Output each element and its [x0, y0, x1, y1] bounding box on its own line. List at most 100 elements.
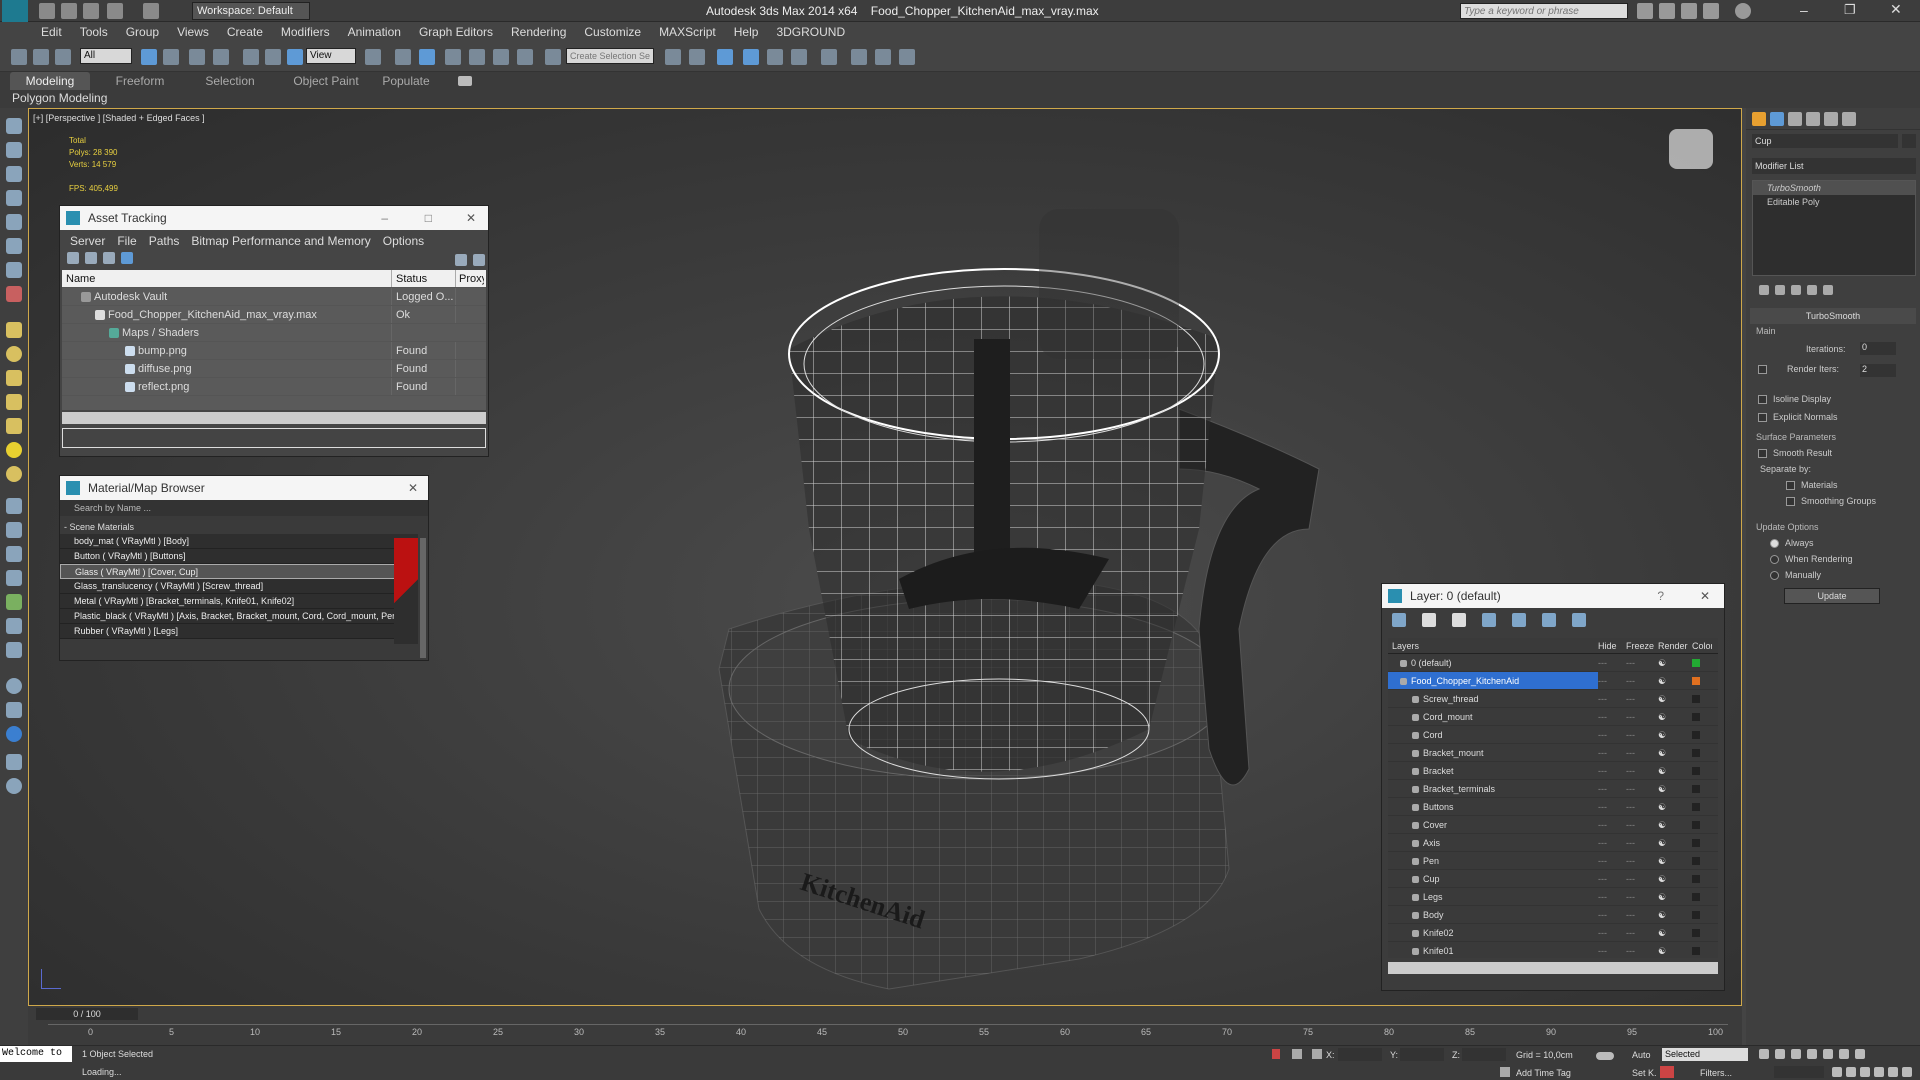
scripting-icon[interactable]: [6, 754, 22, 770]
layer-color-swatch[interactable]: [1692, 695, 1700, 703]
layer-freeze-toggle[interactable]: ---: [1626, 654, 1658, 671]
layer-hide-toggle[interactable]: ---: [1598, 654, 1626, 671]
layer-freeze-toggle[interactable]: ---: [1626, 852, 1658, 869]
layer-render-teapot-icon[interactable]: ☯: [1658, 780, 1692, 797]
zoom-icon[interactable]: [1839, 1049, 1849, 1060]
asset-table-icon[interactable]: [121, 252, 133, 265]
menu-create[interactable]: Create: [218, 22, 272, 42]
light-tool-icon[interactable]: [6, 214, 22, 230]
time-tag-icon[interactable]: [1500, 1067, 1510, 1077]
remove-modifier-icon[interactable]: [1807, 285, 1817, 296]
create-tab-icon[interactable]: [1752, 112, 1766, 126]
tab-selection[interactable]: Selection: [190, 72, 270, 90]
render-iters-checkbox[interactable]: [1758, 365, 1767, 375]
next-frame-icon[interactable]: [1807, 1049, 1817, 1060]
layer-freeze-toggle[interactable]: ---: [1626, 726, 1658, 743]
subscription-icon[interactable]: [1659, 3, 1675, 19]
y-field[interactable]: [1400, 1048, 1444, 1061]
layer-render-teapot-icon[interactable]: ☯: [1658, 888, 1692, 905]
layer-hide-toggle[interactable]: ---: [1598, 852, 1626, 869]
minimize-icon[interactable]: –: [1800, 2, 1808, 18]
box-create-icon[interactable]: [6, 322, 22, 338]
left-help-icon[interactable]: [6, 778, 22, 794]
layer-freeze-toggle[interactable]: ---: [1626, 762, 1658, 779]
unlink-icon[interactable]: [33, 49, 49, 65]
snaps-toggle-icon[interactable]: [445, 49, 461, 65]
helper-tool-icon[interactable]: [6, 262, 22, 278]
spacewarp-icon[interactable]: [6, 498, 22, 514]
pan-hand-icon[interactable]: [1874, 1067, 1884, 1078]
named-selection-sets-dropdown[interactable]: Create Selection Se: [566, 48, 654, 64]
turbosmooth-rollout[interactable]: TurboSmooth: [1750, 308, 1916, 324]
viewcube[interactable]: [1669, 129, 1713, 169]
x-field[interactable]: [1338, 1048, 1382, 1061]
zoom-extents-icon[interactable]: [1846, 1067, 1856, 1078]
selection-filter-dropdown[interactable]: All: [80, 48, 132, 64]
layer-hide-toggle[interactable]: ---: [1598, 870, 1626, 887]
bind-space-warp-icon[interactable]: [55, 49, 71, 65]
selection-lock-icon[interactable]: [1292, 1049, 1302, 1059]
ball-icon[interactable]: [6, 726, 22, 742]
graphite-toggle-icon[interactable]: [767, 49, 783, 65]
utilities-tab-icon[interactable]: [1842, 112, 1856, 126]
menu-animation[interactable]: Animation: [339, 22, 410, 42]
key-icon[interactable]: [1596, 1052, 1614, 1060]
binoculars-icon[interactable]: [1637, 3, 1653, 19]
walkthrough-icon[interactable]: [6, 642, 22, 658]
asset-row[interactable]: Autodesk Vault Logged O...: [62, 288, 486, 306]
time-config-icon[interactable]: [1832, 1067, 1842, 1078]
auto-key-button[interactable]: Auto: [1632, 1050, 1651, 1060]
scene-explorer-icon[interactable]: [717, 49, 733, 65]
asset-menu-bitmap[interactable]: Bitmap Performance and Memory: [185, 234, 376, 248]
layer-hide-toggle[interactable]: ---: [1598, 924, 1626, 941]
layer-row[interactable]: Screw_thread --- --- ☯: [1388, 690, 1718, 708]
menu-maxscript[interactable]: MAXScript: [650, 22, 725, 42]
layer-row[interactable]: Legs --- --- ☯: [1388, 888, 1718, 906]
layer-render-teapot-icon[interactable]: ☯: [1658, 762, 1692, 779]
asset-menu-paths[interactable]: Paths: [143, 234, 186, 248]
layer-hide-all-icon[interactable]: [1542, 613, 1556, 627]
asset-row[interactable]: reflect.png Found: [62, 378, 486, 396]
show-end-result-icon[interactable]: [1775, 285, 1785, 296]
layer-freeze-toggle[interactable]: ---: [1626, 888, 1658, 905]
scene-tool-icon[interactable]: [6, 142, 22, 158]
manually-radio[interactable]: [1770, 571, 1779, 581]
layer-close-icon[interactable]: ✕: [1700, 584, 1710, 608]
absolute-mode-icon[interactable]: [1312, 1049, 1322, 1059]
menu-tools[interactable]: Tools: [71, 22, 117, 42]
layer-render-teapot-icon[interactable]: ☯: [1658, 942, 1692, 958]
layer-hide-toggle[interactable]: ---: [1598, 798, 1626, 815]
layer-render-teapot-icon[interactable]: ☯: [1658, 798, 1692, 815]
fov-icon[interactable]: [1860, 1067, 1870, 1078]
angle-snap-icon[interactable]: [469, 49, 485, 65]
iterations-spinner[interactable]: 0: [1860, 342, 1896, 355]
torus-create-icon[interactable]: [6, 394, 22, 410]
set-key-button[interactable]: Set K.: [1632, 1068, 1657, 1078]
layer-freeze-toggle[interactable]: ---: [1626, 672, 1658, 689]
layer-row[interactable]: Axis --- --- ☯: [1388, 834, 1718, 852]
track-bar[interactable]: 0 5 10 15 20 25 30 35 40 45 50 55 60 65 70 75 80 85 90 95 10…: [48, 1024, 1728, 1044]
layer-hide-toggle[interactable]: ---: [1598, 672, 1626, 689]
layer-color-swatch[interactable]: [1692, 857, 1700, 865]
link-icon[interactable]: [11, 49, 27, 65]
cone-create-icon[interactable]: [6, 418, 22, 434]
spinner-snap-icon[interactable]: [517, 49, 533, 65]
key-filters-button[interactable]: Filters...: [1700, 1068, 1732, 1078]
layer-color-swatch[interactable]: [1692, 821, 1700, 829]
particles-icon[interactable]: [6, 570, 22, 586]
asset-row[interactable]: diffuse.png Found: [62, 360, 486, 378]
asset-col-status[interactable]: Status: [392, 270, 456, 287]
layer-color-swatch[interactable]: [1692, 839, 1700, 847]
layer-hide-toggle[interactable]: ---: [1598, 906, 1626, 923]
current-frame-field[interactable]: [1774, 1066, 1824, 1078]
maxscript-listener[interactable]: Welcome to: [0, 1046, 72, 1062]
layer-hide-toggle[interactable]: ---: [1598, 942, 1626, 958]
globe-icon[interactable]: [6, 678, 22, 694]
sphere-create-icon[interactable]: [6, 346, 22, 362]
menu-help[interactable]: Help: [725, 22, 768, 42]
asset-tree-icon[interactable]: [103, 252, 115, 265]
viewport-tool-icon[interactable]: [6, 118, 22, 134]
select-manipulate-icon[interactable]: [395, 49, 411, 65]
layer-manager-icon[interactable]: [743, 49, 759, 65]
asset-list-icon[interactable]: [85, 252, 97, 265]
